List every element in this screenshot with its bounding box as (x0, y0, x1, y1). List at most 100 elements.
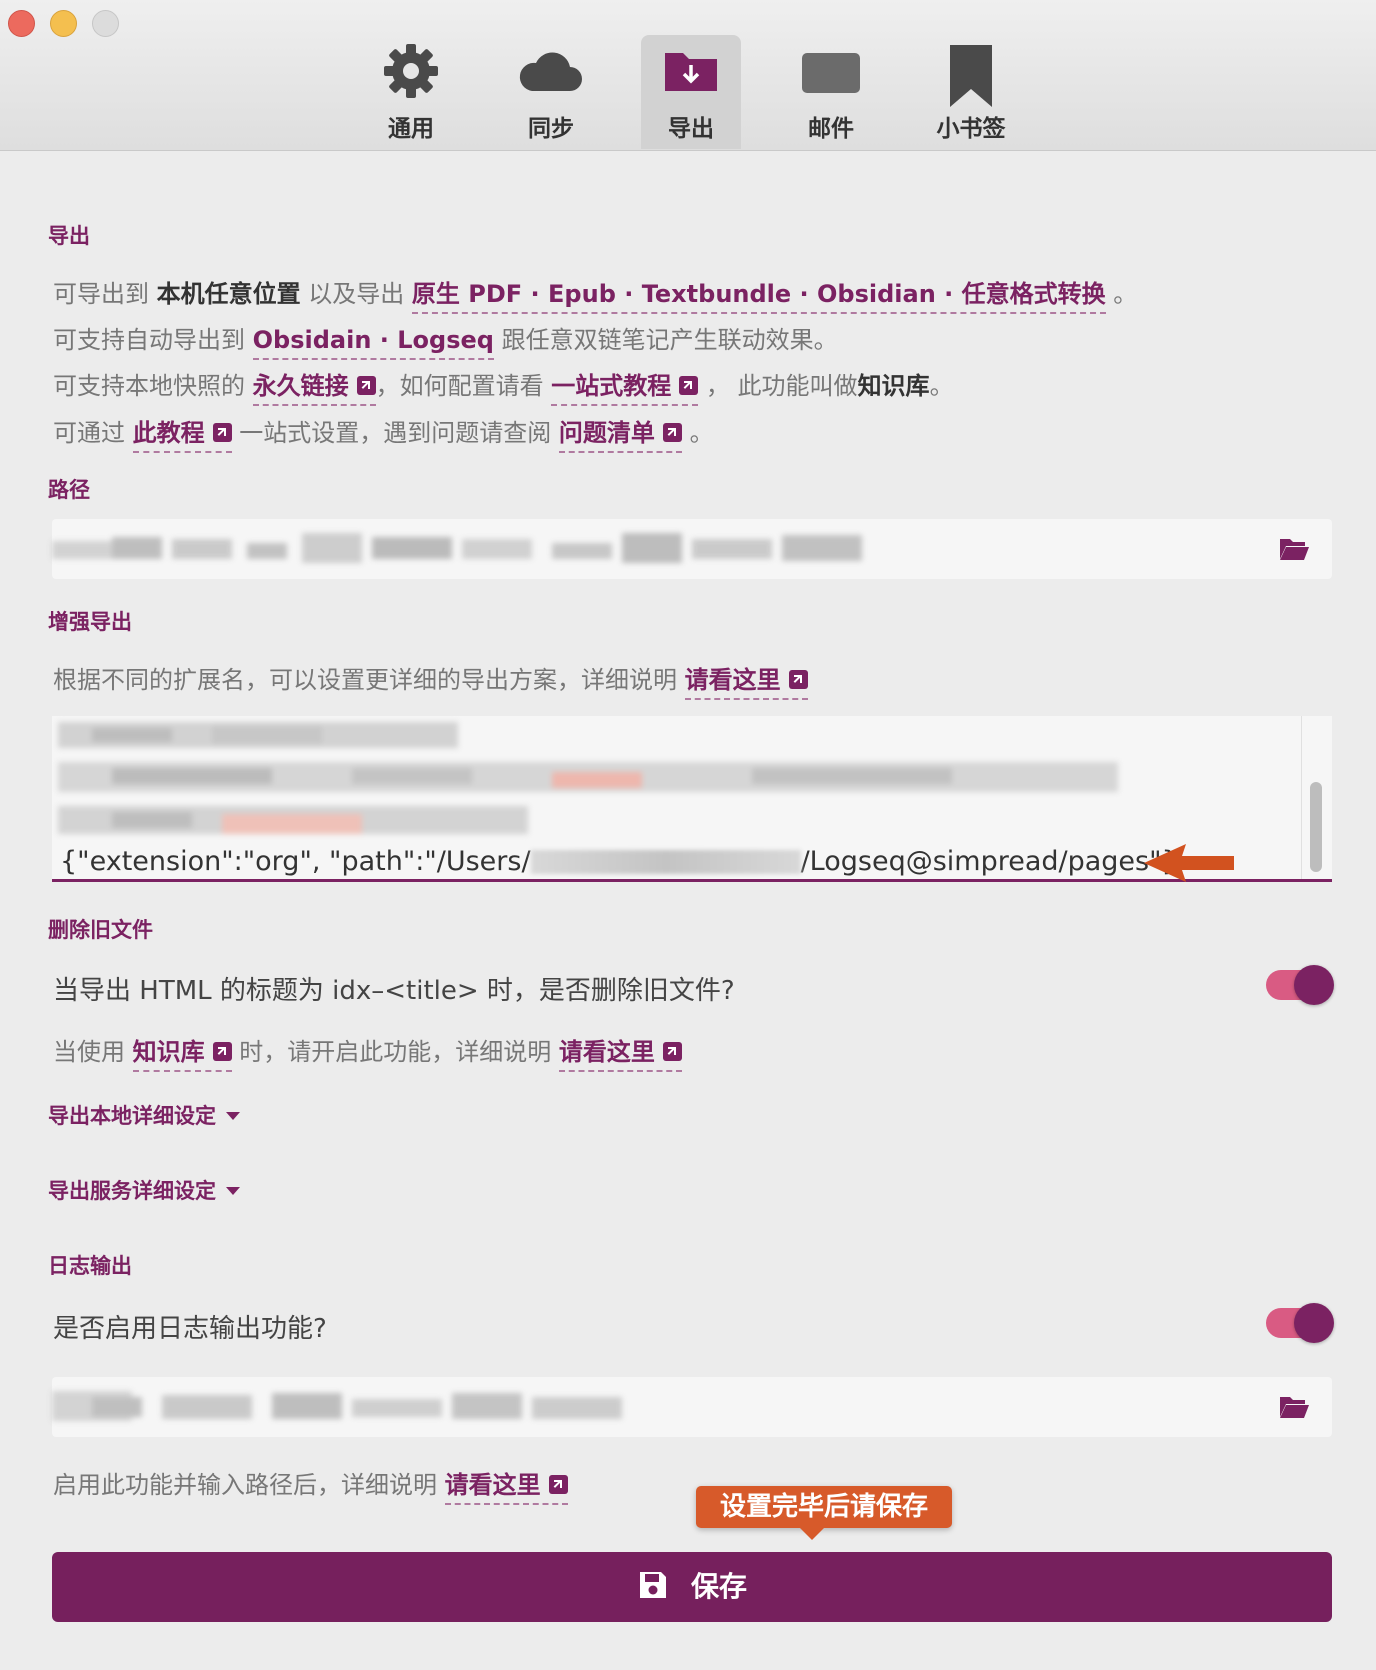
text: 可支持自动导出到 (53, 326, 245, 354)
pixelated-text (52, 533, 862, 563)
log-note: 启用此功能并输入路径后，详细说明 请看这里 (53, 1465, 568, 1505)
folder-open-icon[interactable] (1278, 535, 1310, 563)
faq-link[interactable]: 问题清单 (558, 419, 682, 453)
external-link-icon (212, 1042, 232, 1061)
section-title-enhanced-export: 增强导出 (48, 610, 132, 634)
this-tutorial-link[interactable]: 此教程 (132, 419, 232, 453)
floppy-disk-icon (639, 1572, 666, 1598)
separator: · (530, 280, 540, 308)
caret-down-icon (226, 1187, 240, 1195)
text: 可通过 (53, 419, 125, 447)
minimize-button[interactable] (50, 10, 77, 37)
close-button[interactable] (8, 10, 35, 37)
permalink-label: 永久链接 (252, 372, 349, 400)
tab-mail-label: 邮件 (808, 116, 854, 142)
obsidian-link[interactable]: Obsidian (817, 280, 936, 308)
redacted-path (52, 519, 892, 579)
tab-sync[interactable]: 同步 (501, 35, 601, 149)
redacted-config-lines (58, 722, 1118, 834)
external-link-icon (356, 376, 376, 395)
text: 根据不同的扩展名，可以设置更详细的导出方案，详细说明 (53, 666, 677, 694)
obsidain-link[interactable]: Obsidain (253, 326, 372, 354)
scrollbar[interactable] (1310, 782, 1322, 872)
export-line-3: 可支持本地快照的 永久链接 ，如何配置请看 一站式教程 ， 此功能叫做知识库。 (53, 366, 954, 406)
text: 。 (689, 419, 714, 447)
faq-label: 问题清单 (558, 419, 655, 447)
tab-general-label: 通用 (388, 116, 434, 142)
text: 以及导出 (308, 280, 405, 308)
delete-old-question: 当导出 HTML 的标题为 idx–<title> 时，是否删除旧文件? (53, 976, 735, 1006)
format-links[interactable]: 原生 PDF · Epub · Textbundle · Obsidian · … (411, 280, 1106, 314)
enhanced-desc: 根据不同的扩展名，可以设置更详细的导出方案，详细说明 请看这里 (53, 660, 808, 700)
external-link-icon (662, 423, 682, 442)
section-title-delete-old: 删除旧文件 (48, 918, 153, 942)
separator: · (944, 280, 954, 308)
external-link-icon (662, 1042, 682, 1061)
tab-general[interactable]: 通用 (361, 35, 461, 149)
tab-sync-label: 同步 (528, 116, 574, 142)
folder-open-icon[interactable] (1278, 1393, 1310, 1421)
one-stop-tutorial-link[interactable]: 一站式教程 (551, 372, 699, 406)
config-prefix: {"extension":"org", "path":"/Users/ (60, 846, 531, 877)
config-line: {"extension":"org", "path":"/Users/ /Logs… (60, 846, 1179, 877)
toggle-knob (1294, 965, 1334, 1005)
logseq-link[interactable]: Logseq (397, 326, 494, 354)
text: 一站式设置，遇到问题请查阅 (239, 419, 552, 447)
knowledge-base-label: 知识库 (132, 1038, 205, 1066)
delete-old-note: 当使用 知识库 时，请开启此功能，详细说明 请看这里 (53, 1032, 682, 1072)
separator: · (379, 326, 389, 354)
tab-export[interactable]: 导出 (641, 35, 741, 149)
permalink-link[interactable]: 永久链接 (252, 372, 376, 406)
pixelated-text (52, 1391, 622, 1421)
export-line-2: 可支持自动导出到 Obsidain · Logseq 跟任意双链笔记产生联动效果… (53, 320, 838, 360)
toggle-knob (1294, 1303, 1334, 1343)
collapsible-label: 导出本地详细设定 (48, 1104, 216, 1128)
textbundle-link[interactable]: Textbundle (642, 280, 791, 308)
tab-bookmarklet-label: 小书签 (936, 116, 1006, 142)
config-suffix: /Logseq@simpread/pages"} (800, 846, 1179, 877)
section-title-path: 路径 (48, 478, 90, 502)
zoom-button[interactable] (92, 10, 119, 37)
external-link-icon (679, 376, 699, 395)
text: 。 (1113, 280, 1138, 308)
text: ， 此功能叫做 (705, 372, 858, 400)
save-reminder-tooltip: 设置完毕后请保存 (696, 1486, 952, 1540)
obsidian-logseq-links[interactable]: Obsidain · Logseq (252, 326, 494, 360)
path-input[interactable] (52, 519, 1332, 579)
tutorial-label: 一站式教程 (551, 372, 672, 400)
knowledge-base-link[interactable]: 知识库 (132, 1038, 232, 1072)
epub-link[interactable]: Epub (548, 280, 616, 308)
any-format-link[interactable]: 任意格式转换 (962, 280, 1106, 308)
text: 可支持本地快照的 (53, 372, 245, 400)
collapsible-export-local[interactable]: 导出本地详细设定 (48, 1100, 240, 1130)
see-here-link[interactable]: 请看这里 (558, 1038, 682, 1072)
collapsible-export-service[interactable]: 导出服务详细设定 (48, 1175, 240, 1205)
see-here-link[interactable]: 请看这里 (444, 1471, 568, 1505)
text: ，如何配置请看 (375, 372, 544, 400)
pdf-link[interactable]: 原生 PDF (412, 280, 522, 308)
see-here-link[interactable]: 请看这里 (684, 666, 808, 700)
knowledge-base-text: 知识库 (857, 372, 930, 400)
delete-old-toggle[interactable] (1266, 965, 1334, 1005)
mail-icon (802, 53, 860, 93)
text: 启用此功能并输入路径后，详细说明 (53, 1471, 437, 1499)
enhanced-export-textarea[interactable]: {"extension":"org", "path":"/Users/ /Logs… (52, 716, 1332, 882)
section-title-export: 导出 (48, 224, 90, 248)
text: 可导出到 (53, 280, 149, 308)
local-anywhere-text: 本机任意位置 (156, 280, 301, 308)
caret-down-icon (226, 1112, 240, 1120)
see-here-label: 请看这里 (684, 666, 781, 694)
text: 时，请开启此功能，详细说明 (239, 1038, 552, 1066)
tab-mail[interactable]: 邮件 (781, 35, 881, 149)
tab-bookmarklet[interactable]: 小书签 (921, 35, 1021, 149)
log-path-input[interactable] (52, 1377, 1332, 1437)
separator: · (799, 280, 809, 308)
toolbar: 通用 同步 导出 邮件 小书签 (0, 0, 1376, 151)
cloud-icon (519, 52, 582, 91)
external-link-icon (788, 670, 808, 689)
save-button[interactable]: 保存 (52, 1552, 1332, 1622)
redacted-username (530, 850, 801, 874)
log-toggle[interactable] (1266, 1303, 1334, 1343)
separator: · (624, 280, 634, 308)
tab-export-label: 导出 (668, 116, 714, 142)
